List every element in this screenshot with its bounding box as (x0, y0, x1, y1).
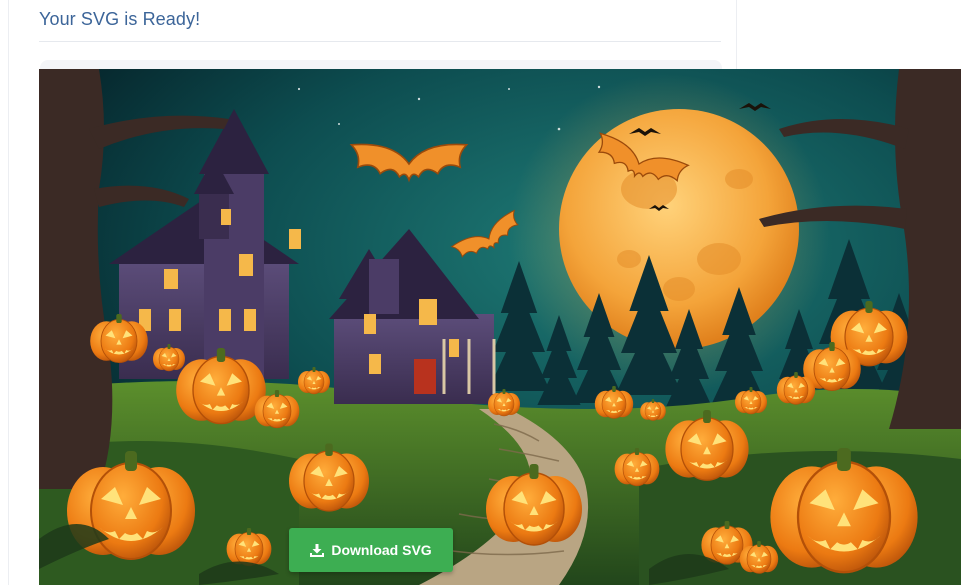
download-svg-button[interactable]: Download SVG (289, 528, 453, 572)
page-title: Your SVG is Ready! (39, 9, 201, 29)
download-button-label: Download SVG (331, 542, 432, 558)
svg-preview-image (39, 69, 961, 585)
title-divider (39, 41, 721, 42)
download-icon (310, 543, 325, 557)
